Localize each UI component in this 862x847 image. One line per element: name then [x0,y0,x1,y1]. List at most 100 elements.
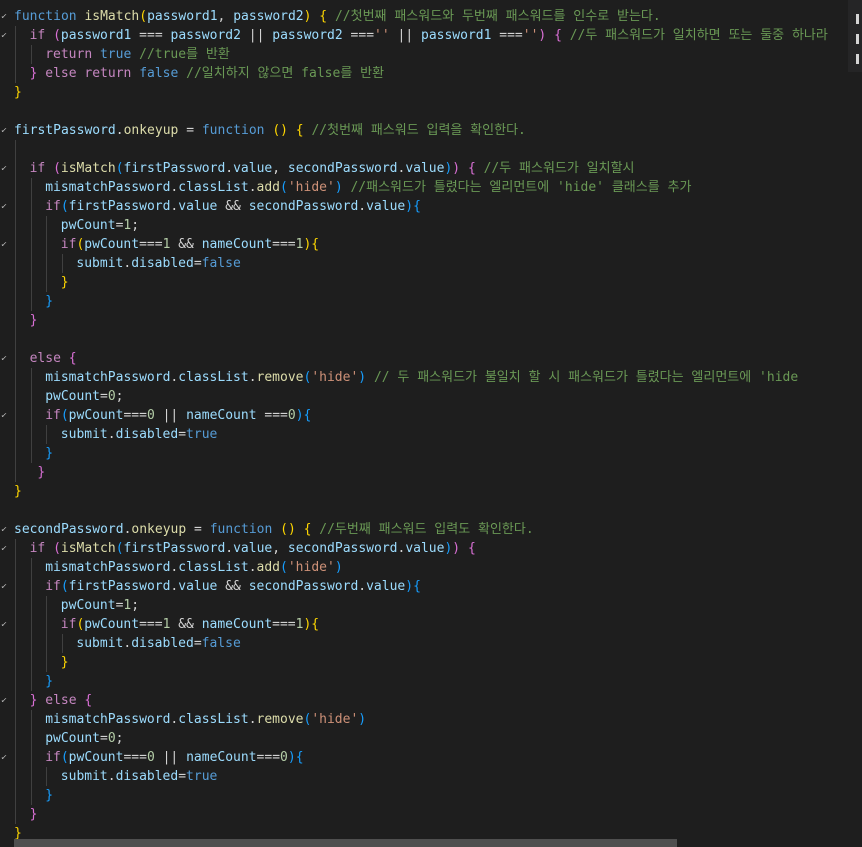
indent-guide [15,767,16,786]
code-line[interactable]: } [0,292,862,311]
code-line[interactable]: mismatchPassword.classList.add('hide') /… [0,178,862,197]
code-token: . [115,123,124,138]
code-line[interactable]: ✓ if(firstPassword.value && secondPasswor… [0,197,862,216]
code-line[interactable] [0,140,862,159]
code-line[interactable]: } [0,672,862,691]
code-token: { [467,161,476,176]
code-line[interactable]: } [0,482,862,501]
fold-chevron-icon[interactable]: ✓ [0,693,10,708]
code-line[interactable]: submit.disabled=true [0,767,862,786]
code-line[interactable]: submit.disabled=false [0,634,862,653]
code-line[interactable]: ✓ secondPassword.onkeyup = function () { … [0,520,862,539]
code-line[interactable]: ✓ if(pwCount===1 && nameCount===1){ [0,615,862,634]
code-line[interactable]: pwCount=1; [0,216,862,235]
fold-chevron-icon[interactable]: ✓ [0,579,10,594]
code-text: if (isMatch(firstPassword.value, secondP… [30,539,476,558]
indent-guide [30,254,32,273]
code-text: if(firstPassword.value && secondPassword… [45,577,421,596]
code-line[interactable]: ✓ if(pwCount===1 && nameCount===1){ [0,235,862,254]
code-line[interactable]: } else return false //일치하지 않으면 false를 반환 [0,64,862,83]
fold-chevron-icon[interactable]: ✓ [0,750,10,765]
code-line[interactable]: } [0,273,862,292]
code-line[interactable]: pwCount=0; [0,387,862,406]
code-token: { [311,237,320,252]
indent-guide [30,729,32,748]
code-token: 0 [287,408,296,423]
code-line[interactable]: mismatchPassword.classList.add('hide') [0,558,862,577]
horizontal-scrollbar-thumb[interactable] [14,839,677,847]
code-line[interactable]: ✓ function isMatch(password1, password2) … [0,7,862,26]
code-line[interactable]: ✓ if(pwCount===0 || nameCount===0){ [0,748,862,767]
code-line[interactable] [0,501,862,520]
code-token: 0 [107,731,116,746]
code-token: disabled [115,427,179,442]
code-line[interactable]: ✓ if(pwCount===0 || nameCount ===0){ [0,406,862,425]
code-line[interactable]: } [0,444,862,463]
fold-chevron-icon[interactable]: ✓ [0,161,10,176]
code-line[interactable]: ✓} else { [0,691,862,710]
code-line[interactable]: submit.disabled=false [0,254,862,273]
code-token: , [272,161,288,176]
code-line[interactable] [0,102,862,121]
code-token: pwCount [60,218,116,233]
code-line[interactable]: mismatchPassword.classList.remove('hide'… [0,710,862,729]
code-line[interactable]: } [0,805,862,824]
code-line[interactable]: mismatchPassword.classList.remove('hide'… [0,368,862,387]
code-token: else [29,351,61,366]
horizontal-scrollbar[interactable] [14,839,862,847]
code-token: } [14,85,22,100]
code-token: === [131,28,171,43]
code-line[interactable]: } [0,463,862,482]
code-line[interactable]: submit.disabled=true [0,425,862,444]
code-line[interactable]: ✓ else { [0,349,862,368]
code-editor[interactable]: ✓ function isMatch(password1, password2) … [0,0,862,847]
code-token: firstPassword [14,123,116,138]
code-text: secondPassword.onkeyup = function () { /… [14,520,534,539]
code-token: if [45,199,61,214]
code-line[interactable]: ✓ if (password1 === password2 || password… [0,26,862,45]
fold-chevron-icon[interactable]: ✓ [0,617,10,632]
fold-chevron-icon[interactable]: ✓ [0,9,10,24]
minimap-strip[interactable] [848,0,862,72]
code-line[interactable]: ✓ if (isMatch(firstPassword.value, second… [0,159,862,178]
code-token: === [123,750,147,765]
code-line[interactable]: ✓ firstPassword.onkeyup = function () { /… [0,121,862,140]
code-line[interactable]: pwCount=1; [0,596,862,615]
code-token: firstPassword [123,541,226,556]
code-token: mismatchPassword [45,712,171,727]
code-token: = [99,731,108,746]
indent-guide [15,539,16,558]
code-token: return [84,66,132,81]
fold-chevron-icon[interactable]: ✓ [0,408,10,423]
fold-chevron-icon[interactable]: ✓ [0,199,10,214]
indent-guide [15,463,16,482]
code-token: . [358,199,367,214]
code-line[interactable]: } [0,786,862,805]
fold-chevron-icon[interactable]: ✓ [0,522,10,537]
code-line[interactable]: pwCount=0; [0,729,862,748]
fold-chevron-icon[interactable]: ✓ [0,541,10,556]
code-token: ( [139,9,148,24]
code-token: false [201,256,241,271]
code-token: value [366,579,406,594]
code-token: function [209,522,273,537]
code-token: ( [280,522,288,537]
indent-guide [15,634,16,653]
fold-chevron-icon[interactable]: ✓ [0,351,10,366]
indent-guide [46,235,48,254]
code-line[interactable]: } [0,311,862,330]
code-line[interactable]: ✓ if(firstPassword.value && secondPasswor… [0,577,862,596]
indent-guide [15,178,16,197]
fold-chevron-icon[interactable]: ✓ [0,123,10,138]
code-token: ( [115,161,124,176]
fold-chevron-icon[interactable]: ✓ [0,237,10,252]
code-line[interactable] [0,330,862,349]
code-line[interactable]: return true //true를 반환 [0,45,862,64]
code-line[interactable]: } [0,653,862,672]
indent-guide [30,615,32,634]
fold-chevron-icon[interactable]: ✓ [0,28,10,43]
code-line[interactable]: ✓ if (isMatch(firstPassword.value, second… [0,539,862,558]
code-line[interactable]: } [0,83,862,102]
